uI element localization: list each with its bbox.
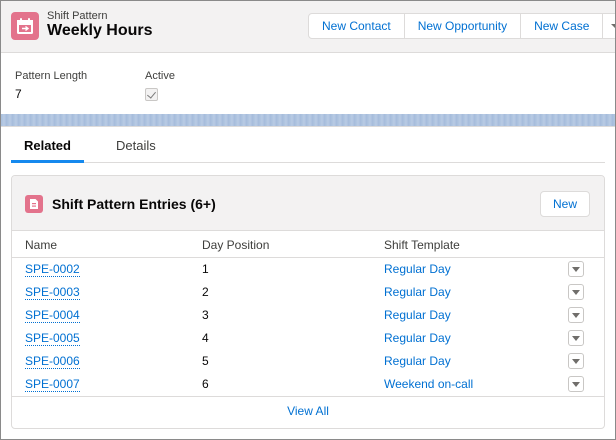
shift-template-link[interactable]: Regular Day <box>384 354 451 368</box>
tab-bar: Related Details <box>11 127 605 163</box>
more-actions-button[interactable] <box>603 14 615 38</box>
column-header-day-position: Day Position <box>202 238 270 252</box>
record-page: Shift Pattern Weekly Hours New Contact N… <box>0 0 616 440</box>
day-position-cell: 1 <box>202 262 209 276</box>
row-actions-menu[interactable] <box>568 284 584 300</box>
new-opportunity-button[interactable]: New Opportunity <box>405 14 522 38</box>
new-contact-button[interactable]: New Contact <box>309 14 405 38</box>
pattern-length-value: 7 <box>15 87 22 101</box>
day-position-cell: 2 <box>202 285 209 299</box>
table-row: SPE-0004 3 Regular Day <box>12 304 604 327</box>
shift-template-link[interactable]: Regular Day <box>384 308 451 322</box>
row-actions-menu[interactable] <box>568 307 584 323</box>
object-type-label: Shift Pattern <box>47 10 108 22</box>
shift-template-link[interactable]: Regular Day <box>384 331 451 345</box>
pattern-length-label: Pattern Length <box>15 70 88 82</box>
column-header-shift-template: Shift Template <box>384 238 460 252</box>
tabset-panel: Related Details Shift Pattern Entries (6… <box>1 126 615 439</box>
tab-related[interactable]: Related <box>24 138 71 153</box>
day-position-cell: 5 <box>202 354 209 368</box>
divider-strip <box>1 114 615 126</box>
day-position-cell: 4 <box>202 331 209 345</box>
entry-name-link[interactable]: SPE-0005 <box>25 331 80 346</box>
entry-name-link[interactable]: SPE-0004 <box>25 308 80 323</box>
view-all-link[interactable]: View All <box>12 404 604 418</box>
shift-template-link[interactable]: Regular Day <box>384 262 451 276</box>
entry-name-link[interactable]: SPE-0002 <box>25 262 80 277</box>
row-actions-menu[interactable] <box>568 330 584 346</box>
action-button-group: New Contact New Opportunity New Case <box>308 13 615 39</box>
new-entry-button[interactable]: New <box>540 191 590 217</box>
table-row: SPE-0007 6 Weekend on-call <box>12 373 604 396</box>
entry-name-link[interactable]: SPE-0003 <box>25 285 80 300</box>
record-highlights: Shift Pattern Weekly Hours New Contact N… <box>1 1 615 53</box>
active-label: Active <box>145 70 175 82</box>
shift-pattern-entries-card: Shift Pattern Entries (6+) New Name Day … <box>11 175 605 429</box>
calendar-icon <box>11 12 39 40</box>
card-header: Shift Pattern Entries (6+) New <box>12 176 604 231</box>
chevron-down-icon <box>611 24 615 29</box>
table-row: SPE-0005 4 Regular Day <box>12 327 604 350</box>
active-tab-indicator <box>11 160 84 163</box>
entry-name-link[interactable]: SPE-0006 <box>25 354 80 369</box>
document-icon <box>25 195 43 213</box>
active-checkbox <box>145 88 158 101</box>
column-header-name: Name <box>25 238 58 252</box>
record-header: Shift Pattern Weekly Hours New Contact N… <box>1 1 615 114</box>
row-actions-menu[interactable] <box>568 376 584 392</box>
new-case-button[interactable]: New Case <box>521 14 604 38</box>
table-row: SPE-0006 5 Regular Day <box>12 350 604 373</box>
footer-divider <box>12 396 604 397</box>
shift-template-link[interactable]: Weekend on-call <box>384 377 473 391</box>
record-title: Weekly Hours <box>47 22 153 39</box>
shift-template-link[interactable]: Regular Day <box>384 285 451 299</box>
table-row: SPE-0002 1 Regular Day <box>12 258 604 281</box>
entry-name-link[interactable]: SPE-0007 <box>25 377 80 392</box>
day-position-cell: 3 <box>202 308 209 322</box>
day-position-cell: 6 <box>202 377 209 391</box>
tab-details[interactable]: Details <box>116 138 156 153</box>
row-actions-menu[interactable] <box>568 353 584 369</box>
row-actions-menu[interactable] <box>568 261 584 277</box>
table-row: SPE-0003 2 Regular Day <box>12 281 604 304</box>
card-title[interactable]: Shift Pattern Entries (6+) <box>52 196 216 212</box>
